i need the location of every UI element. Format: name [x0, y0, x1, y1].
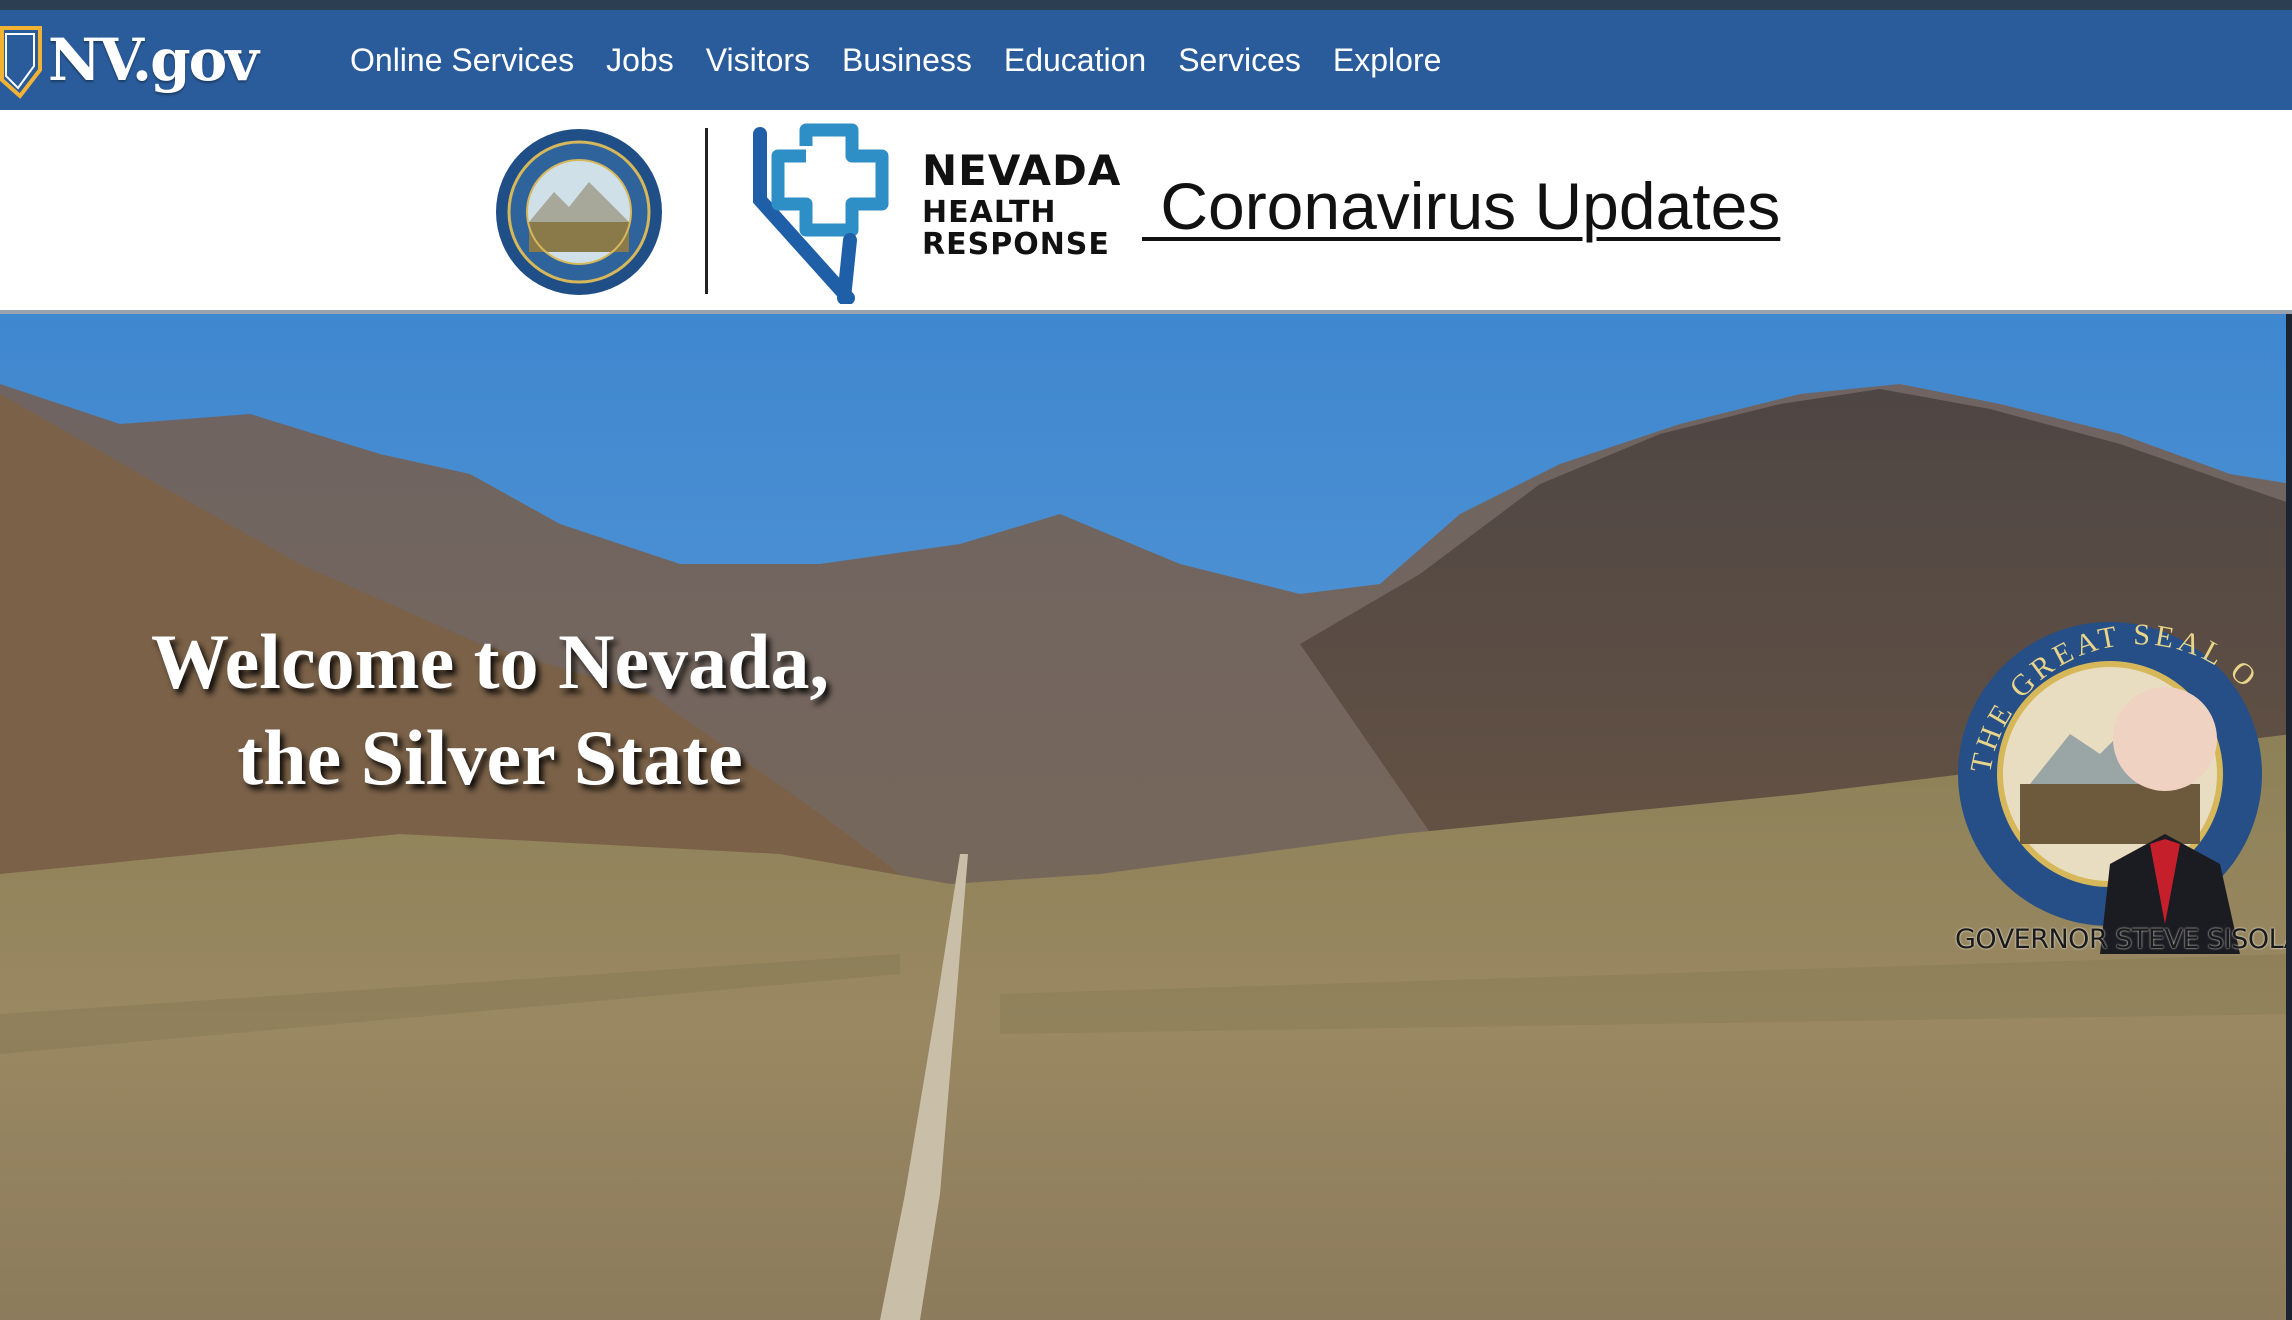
- nav-item-business[interactable]: Business: [842, 42, 972, 79]
- hero-headline: Welcome to Nevada, the Silver State: [80, 614, 900, 806]
- nhr-line-3: RESPONSE: [922, 227, 1110, 262]
- headline-line-2: the Silver State: [237, 714, 743, 801]
- covid-banner: NEVADA HEALTH RESPONSE Coronavirus Updat…: [0, 110, 2292, 310]
- coronavirus-updates-link[interactable]: Coronavirus Updates: [1142, 168, 1780, 244]
- logo-text: NV.gov: [48, 26, 259, 94]
- nav-item-education[interactable]: Education: [1004, 42, 1146, 79]
- nevada-health-cross-icon: [753, 123, 889, 304]
- banner-divider: [705, 128, 708, 294]
- state-outline-icon: [0, 26, 42, 99]
- nhr-line-1: NEVADA: [922, 146, 1122, 195]
- governor-seal-icon[interactable]: THE GREAT SEAL OF THE: [1950, 604, 2292, 954]
- nhr-line-2: HEALTH: [922, 195, 1057, 230]
- state-seal-icon: [496, 129, 662, 295]
- nevada-health-response-logo: NEVADA HEALTH RESPONSE: [922, 150, 1121, 260]
- nav-item-visitors[interactable]: Visitors: [706, 42, 810, 79]
- site-logo[interactable]: NV.gov: [0, 20, 259, 100]
- page-scrollbar[interactable]: [2286, 314, 2292, 1320]
- top-strip: [0, 0, 2292, 10]
- nav-item-explore[interactable]: Explore: [1333, 42, 1442, 79]
- headline-line-1: Welcome to Nevada,: [150, 618, 829, 705]
- main-navbar: NV.gov Online Services Jobs Visitors Bus…: [0, 10, 2292, 110]
- nav-item-services[interactable]: Services: [1178, 42, 1301, 79]
- nav-item-jobs[interactable]: Jobs: [606, 42, 674, 79]
- nav-item-online-services[interactable]: Online Services: [350, 42, 574, 79]
- hero-video[interactable]: Welcome to Nevada, the Silver State THE …: [0, 314, 2292, 1320]
- governor-caption: GOVERNOR STEVE SISOLAK: [1955, 924, 2292, 955]
- nav-menu: Online Services Jobs Visitors Business E…: [350, 10, 1473, 110]
- desert-landscape-image: [0, 314, 2292, 1320]
